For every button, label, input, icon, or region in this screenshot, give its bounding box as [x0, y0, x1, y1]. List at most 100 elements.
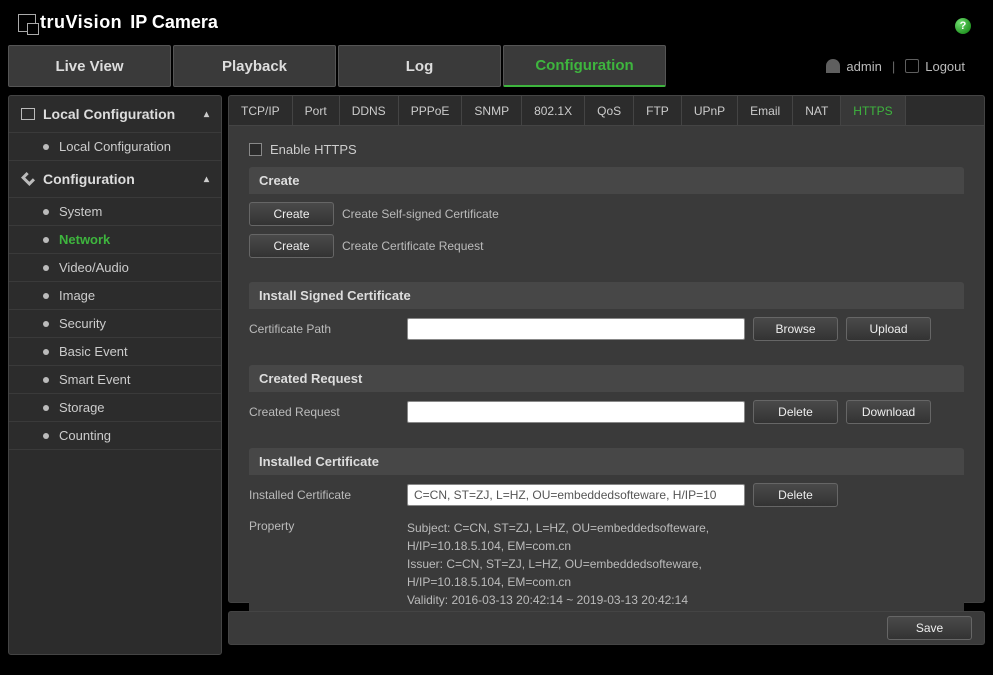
brand-icon	[18, 14, 36, 32]
help-icon[interactable]: ?	[955, 18, 971, 34]
install-section-header: Install Signed Certificate	[249, 282, 964, 309]
current-user: admin	[846, 59, 881, 74]
tab-8021x[interactable]: 802.1X	[522, 96, 585, 125]
enable-https-checkbox[interactable]	[249, 143, 262, 156]
property-line: Validity: 2016-03-13 20:42:14 ~ 2019-03-…	[407, 591, 709, 609]
sidebar-item-label: Security	[59, 316, 106, 331]
sidebar-local-cfg-title: Local Configuration	[43, 106, 175, 122]
logout-icon	[905, 59, 919, 73]
sidebar-item-label: Smart Event	[59, 372, 131, 387]
chevron-up-icon: ▴	[204, 109, 209, 120]
bullet-icon	[43, 265, 49, 271]
installed-cert-label: Installed Certificate	[249, 488, 407, 502]
create-cert-request-label: Create Certificate Request	[342, 239, 483, 253]
bullet-icon	[43, 144, 49, 150]
sidebar-item-storage[interactable]: Storage	[9, 394, 221, 422]
bullet-icon	[43, 321, 49, 327]
create-section: Create Create Self-signed Certificate Cr…	[249, 194, 964, 272]
certificate-path-input[interactable]	[407, 318, 745, 340]
main-nav: Live View Playback Log Configuration adm…	[8, 45, 985, 87]
sidebar-item-network[interactable]: Network	[9, 226, 221, 254]
installed-cert-section-header: Installed Certificate	[249, 448, 964, 475]
bullet-icon	[43, 293, 49, 299]
chevron-up-icon: ▴	[204, 174, 209, 185]
tab-snmp[interactable]: SNMP	[462, 96, 522, 125]
sidebar-cfg-title: Configuration	[43, 171, 135, 187]
nav-playback[interactable]: Playback	[173, 45, 336, 87]
nav-log[interactable]: Log	[338, 45, 501, 87]
content: TCP/IP Port DDNS PPPoE SNMP 802.1X QoS F…	[228, 95, 985, 655]
user-icon	[826, 59, 840, 73]
browse-button[interactable]: Browse	[753, 317, 838, 341]
tab-ftp[interactable]: FTP	[634, 96, 682, 125]
sidebar-item-counting[interactable]: Counting	[9, 422, 221, 450]
wrench-icon	[21, 172, 35, 186]
tab-pppoe[interactable]: PPPoE	[399, 96, 463, 125]
sidebar-item-label: Network	[59, 232, 110, 247]
certificate-path-label: Certificate Path	[249, 322, 407, 336]
sidebar-item-label: Counting	[59, 428, 111, 443]
property-label: Property	[249, 519, 407, 533]
enable-https-row: Enable HTTPS	[249, 134, 964, 167]
bullet-icon	[43, 377, 49, 383]
bullet-icon	[43, 349, 49, 355]
created-request-section-header: Created Request	[249, 365, 964, 392]
create-self-signed-button[interactable]: Create	[249, 202, 334, 226]
bullet-icon	[43, 237, 49, 243]
network-tabs: TCP/IP Port DDNS PPPoE SNMP 802.1X QoS F…	[228, 95, 985, 125]
brand-product: IP Camera	[130, 12, 218, 33]
sidebar-item-smart-event[interactable]: Smart Event	[9, 366, 221, 394]
sidebar-item-video-audio[interactable]: Video/Audio	[9, 254, 221, 282]
enable-https-label: Enable HTTPS	[270, 142, 357, 157]
brand-name: truVision	[40, 12, 122, 33]
delete-request-button[interactable]: Delete	[753, 400, 838, 424]
sidebar-item-label: Storage	[59, 400, 105, 415]
header: truVision IP Camera ?	[0, 0, 993, 45]
sidebar-section-local-configuration[interactable]: Local Configuration ▴	[9, 96, 221, 132]
installed-cert-input[interactable]	[407, 484, 745, 506]
tab-ddns[interactable]: DDNS	[340, 96, 399, 125]
sidebar: Local Configuration ▴ Local Configuratio…	[8, 95, 222, 655]
sidebar-item-label: Video/Audio	[59, 260, 129, 275]
nav-configuration[interactable]: Configuration	[503, 45, 666, 87]
bullet-icon	[43, 433, 49, 439]
created-request-label: Created Request	[249, 405, 407, 419]
https-panel: Enable HTTPS Create Create Create Self-s…	[228, 125, 985, 603]
property-text: Subject: C=CN, ST=ZJ, L=HZ, OU=embeddeds…	[407, 519, 709, 609]
sidebar-section-configuration[interactable]: Configuration ▴	[9, 161, 221, 197]
bullet-icon	[43, 405, 49, 411]
tab-email[interactable]: Email	[738, 96, 793, 125]
create-cert-request-button[interactable]: Create	[249, 234, 334, 258]
save-button[interactable]: Save	[887, 616, 972, 640]
created-request-input[interactable]	[407, 401, 745, 423]
sidebar-item-system[interactable]: System	[9, 197, 221, 226]
sidebar-item-label: Basic Event	[59, 344, 128, 359]
tab-nat[interactable]: NAT	[793, 96, 841, 125]
tab-port[interactable]: Port	[293, 96, 340, 125]
tab-tcpip[interactable]: TCP/IP	[229, 96, 293, 125]
property-line: Subject: C=CN, ST=ZJ, L=HZ, OU=embeddeds…	[407, 519, 709, 537]
upload-button[interactable]: Upload	[846, 317, 931, 341]
logout-link[interactable]: Logout	[925, 59, 965, 74]
nav-divider: |	[892, 59, 895, 74]
sidebar-item-local-configuration[interactable]: Local Configuration	[9, 132, 221, 161]
sidebar-item-security[interactable]: Security	[9, 310, 221, 338]
nav-liveview[interactable]: Live View	[8, 45, 171, 87]
create-section-header: Create	[249, 167, 964, 194]
bullet-icon	[43, 209, 49, 215]
sidebar-item-label: System	[59, 204, 102, 219]
nav-user-area: admin | Logout	[826, 45, 985, 87]
sidebar-item-basic-event[interactable]: Basic Event	[9, 338, 221, 366]
property-line: H/IP=10.18.5.104, EM=com.cn	[407, 537, 709, 555]
main-area: Local Configuration ▴ Local Configuratio…	[0, 87, 993, 663]
sidebar-item-label: Image	[59, 288, 95, 303]
delete-cert-button[interactable]: Delete	[753, 483, 838, 507]
sidebar-item-image[interactable]: Image	[9, 282, 221, 310]
monitor-icon	[21, 108, 35, 120]
tab-upnp[interactable]: UPnP	[682, 96, 738, 125]
tab-https[interactable]: HTTPS	[841, 96, 905, 125]
download-request-button[interactable]: Download	[846, 400, 931, 424]
tab-qos[interactable]: QoS	[585, 96, 634, 125]
bottom-bar: Save	[228, 611, 985, 645]
sidebar-item-label: Local Configuration	[59, 139, 171, 154]
